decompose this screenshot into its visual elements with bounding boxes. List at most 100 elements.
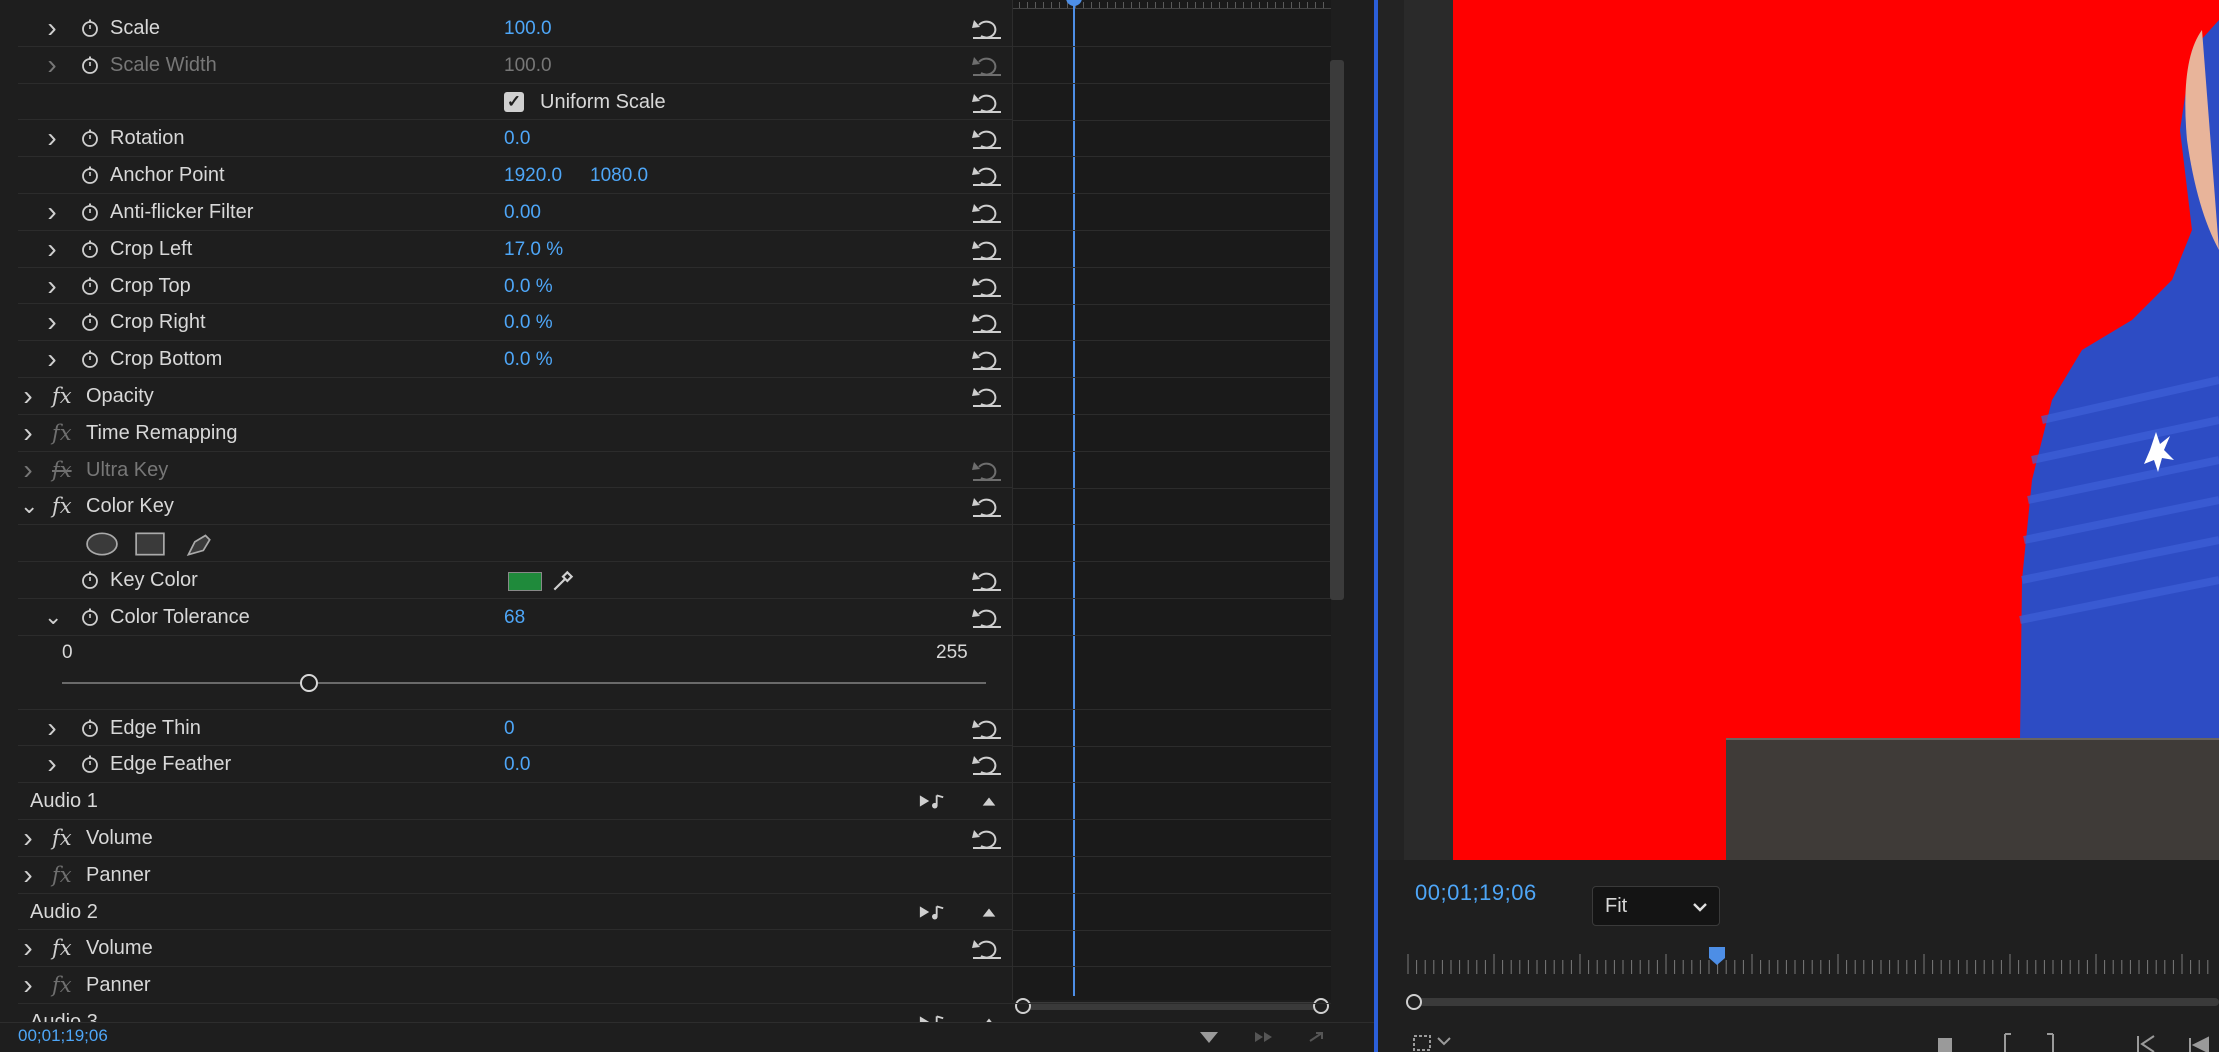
scale-value[interactable]: 100.0 <box>504 18 552 40</box>
collapse-triangle-icon[interactable] <box>980 904 998 922</box>
export-icon[interactable] <box>1306 1029 1330 1045</box>
fx-icon[interactable]: fx <box>52 421 76 445</box>
crop-top-value[interactable]: 0.0 % <box>504 276 553 298</box>
edge-thin-value[interactable]: 0 <box>504 718 515 740</box>
go-to-in-icon[interactable] <box>2137 1035 2155 1052</box>
audio-toggle-icon[interactable] <box>918 791 946 811</box>
pen-mask-icon[interactable] <box>182 531 214 557</box>
vertical-scrollbar[interactable] <box>1330 60 1344 600</box>
stopwatch-icon[interactable] <box>80 312 100 332</box>
crop-left-value[interactable]: 17.0 % <box>504 239 563 261</box>
tolerance-slider-thumb[interactable] <box>300 673 319 692</box>
chevron-right-icon[interactable]: › <box>20 455 36 483</box>
video-viewport[interactable] <box>1404 0 2219 862</box>
anti-flicker-value[interactable]: 0.00 <box>504 202 541 224</box>
fx-icon[interactable]: fx <box>52 826 76 850</box>
chevron-right-icon[interactable]: › <box>20 381 36 409</box>
fx-icon[interactable]: fx <box>52 936 76 960</box>
keyframe-timeline[interactable] <box>1012 0 1331 1041</box>
stopwatch-icon[interactable] <box>80 239 100 259</box>
reset-icon[interactable] <box>970 716 1004 740</box>
chevron-right-icon[interactable]: › <box>44 124 60 152</box>
reset-icon[interactable] <box>970 237 1004 261</box>
stopwatch-icon[interactable] <box>80 18 100 38</box>
timeline-ruler[interactable] <box>1013 0 1331 9</box>
stopwatch-icon[interactable] <box>80 754 100 774</box>
chevron-right-icon[interactable]: › <box>44 234 60 262</box>
stopwatch-icon[interactable] <box>80 202 100 222</box>
chevron-right-icon[interactable]: › <box>20 823 36 851</box>
reset-icon[interactable] <box>970 458 1004 482</box>
edge-feather-value[interactable]: 0.0 <box>504 754 530 776</box>
chevron-right-icon[interactable]: › <box>20 418 36 446</box>
add-marker-icon[interactable] <box>1938 1038 1952 1052</box>
rectangle-mask-icon[interactable] <box>134 531 166 557</box>
collapse-triangle-icon[interactable] <box>980 793 998 811</box>
mark-in-icon[interactable] <box>2004 1033 2011 1052</box>
fx-icon[interactable]: fx <box>52 863 76 887</box>
fx-disabled-icon[interactable]: fx <box>52 458 76 482</box>
reset-icon[interactable] <box>970 568 1004 592</box>
reset-icon[interactable] <box>970 347 1004 371</box>
anchor-point-value-x[interactable]: 1920.0 <box>504 165 562 187</box>
reset-icon[interactable] <box>970 53 1004 77</box>
chevron-right-icon[interactable]: › <box>44 50 60 78</box>
chevron-down-icon[interactable]: ⌄ <box>44 605 62 627</box>
playhead-line[interactable] <box>1073 0 1075 996</box>
reset-icon[interactable] <box>970 163 1004 187</box>
color-tolerance-value[interactable]: 68 <box>504 607 525 629</box>
reset-icon[interactable] <box>970 936 1004 960</box>
chevron-right-icon[interactable]: › <box>44 197 60 225</box>
reset-icon[interactable] <box>970 126 1004 150</box>
filter-icon[interactable] <box>1198 1029 1220 1045</box>
stopwatch-icon[interactable] <box>80 55 100 75</box>
zoom-level-select[interactable]: Fit <box>1592 886 1720 926</box>
chevron-right-icon[interactable]: › <box>44 308 60 336</box>
step-back-icon[interactable] <box>2189 1036 2209 1052</box>
fx-icon[interactable]: fx <box>52 494 76 518</box>
reset-icon[interactable] <box>970 752 1004 776</box>
reset-icon[interactable] <box>970 384 1004 408</box>
key-color-swatch[interactable] <box>508 571 542 591</box>
reset-icon[interactable] <box>970 200 1004 224</box>
reset-icon[interactable] <box>970 274 1004 298</box>
stopwatch-icon[interactable] <box>80 607 100 627</box>
reset-icon[interactable] <box>970 16 1004 40</box>
fx-icon[interactable]: fx <box>52 973 76 997</box>
safe-margins-icon[interactable] <box>1413 1035 1431 1051</box>
reset-icon[interactable] <box>970 494 1004 518</box>
chevron-right-icon[interactable]: › <box>44 345 60 373</box>
stopwatch-icon[interactable] <box>80 276 100 296</box>
mark-out-icon[interactable] <box>2047 1033 2054 1052</box>
monitor-playhead[interactable] <box>1708 946 1726 966</box>
stopwatch-icon[interactable] <box>80 349 100 369</box>
crop-right-value[interactable]: 0.0 % <box>504 312 553 334</box>
eyedropper-icon[interactable] <box>550 568 576 594</box>
reset-icon[interactable] <box>970 605 1004 629</box>
chevron-down-icon[interactable]: ⌄ <box>20 495 38 517</box>
audio-toggle-icon[interactable] <box>918 902 946 922</box>
monitor-time-ruler[interactable] <box>1404 952 2219 976</box>
chevron-right-icon[interactable]: › <box>44 713 60 741</box>
reset-icon[interactable] <box>970 310 1004 334</box>
stopwatch-icon[interactable] <box>80 128 100 148</box>
crop-bottom-value[interactable]: 0.0 % <box>504 349 553 371</box>
anchor-point-value-y[interactable]: 1080.0 <box>590 165 648 187</box>
playhead-timecode[interactable]: 00;01;19;06 <box>1415 880 1537 906</box>
uniform-scale-checkbox[interactable]: ✓ <box>504 91 524 112</box>
reset-icon[interactable] <box>970 826 1004 850</box>
chevron-right-icon[interactable]: › <box>44 14 60 42</box>
chevron-right-icon[interactable]: › <box>20 860 36 888</box>
ellipse-mask-icon[interactable] <box>86 531 118 557</box>
tolerance-slider-track[interactable] <box>62 681 986 684</box>
stopwatch-icon[interactable] <box>80 570 100 590</box>
fx-icon[interactable]: fx <box>52 384 76 408</box>
rotation-value[interactable]: 0.0 <box>504 128 530 150</box>
chevron-right-icon[interactable]: › <box>20 971 36 999</box>
chevron-right-icon[interactable]: › <box>44 271 60 299</box>
effect-controls-timecode[interactable]: 00;01;19;06 <box>18 1026 108 1046</box>
chevron-down-icon[interactable] <box>1437 1037 1451 1046</box>
monitor-zoom-scrollbar[interactable] <box>1404 992 2219 1012</box>
stopwatch-icon[interactable] <box>80 165 100 185</box>
timeline-zoom-scrollbar[interactable] <box>1013 996 1331 1016</box>
